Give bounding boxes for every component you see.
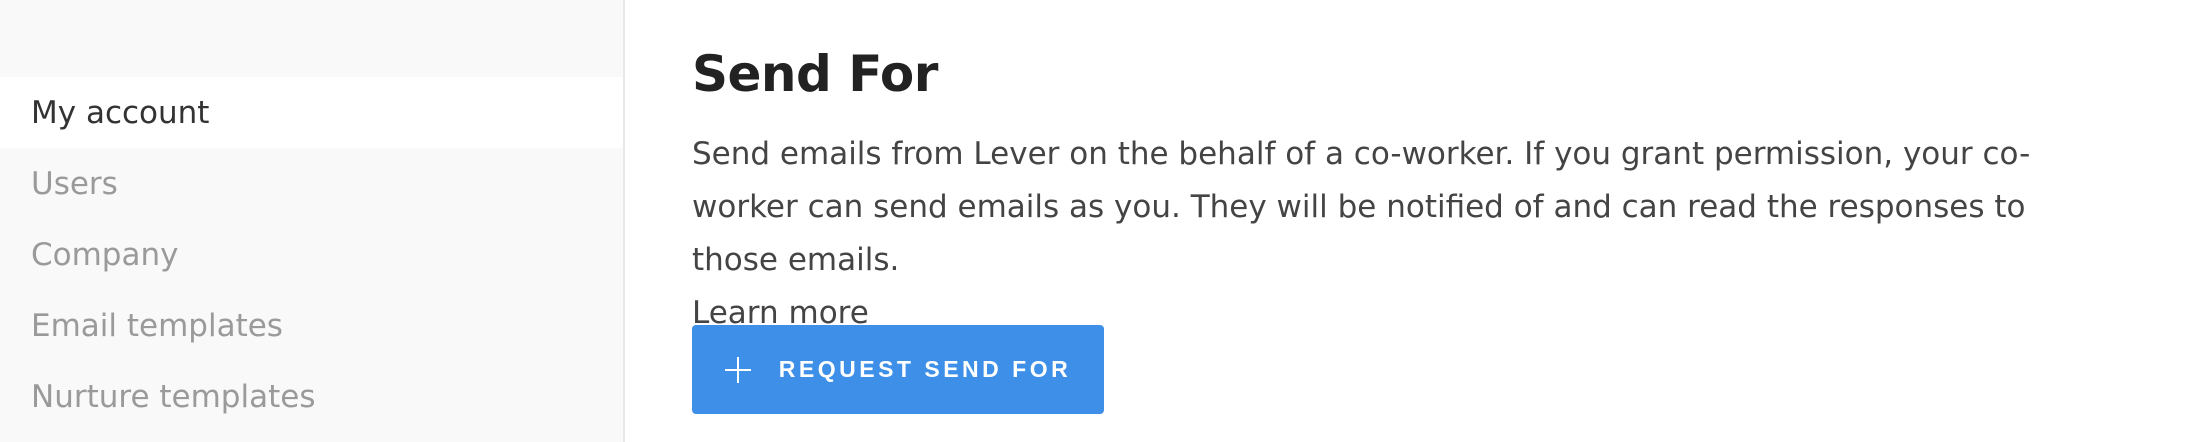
sidebar-item-company[interactable]: Company bbox=[0, 219, 623, 290]
sidebar-item-label: Users bbox=[31, 165, 118, 202]
sidebar-item-nurture-templates[interactable]: Nurture templates bbox=[0, 361, 623, 432]
sidebar-item-label: Nurture templates bbox=[31, 378, 316, 415]
sidebar-item-email-templates[interactable]: Email templates bbox=[0, 290, 623, 361]
sidebar-item-label: Email templates bbox=[31, 307, 283, 344]
sidebar-item-my-account[interactable]: My account bbox=[0, 77, 623, 148]
sidebar-item-users[interactable]: Users bbox=[0, 148, 623, 219]
page-title: Send For bbox=[692, 45, 938, 103]
sidebar-item-label: Company bbox=[31, 236, 179, 273]
plus-icon bbox=[724, 356, 751, 383]
sidebar-nav-list: My account Users Company Email templates… bbox=[0, 77, 623, 432]
send-for-section: Send For Send emails from Lever on the b… bbox=[692, 42, 2142, 414]
send-for-description: Send emails from Lever on the behalf of … bbox=[692, 128, 2092, 340]
request-send-for-label: REQUEST SEND FOR bbox=[778, 356, 1072, 382]
settings-page: My account Users Company Email templates… bbox=[0, 0, 2204, 442]
sidebar-item-label: My account bbox=[31, 94, 210, 131]
settings-sidebar: My account Users Company Email templates… bbox=[0, 0, 625, 442]
request-send-for-button[interactable]: REQUEST SEND FOR bbox=[692, 325, 1104, 414]
description-text: Send emails from Lever on the behalf of … bbox=[692, 136, 2031, 278]
